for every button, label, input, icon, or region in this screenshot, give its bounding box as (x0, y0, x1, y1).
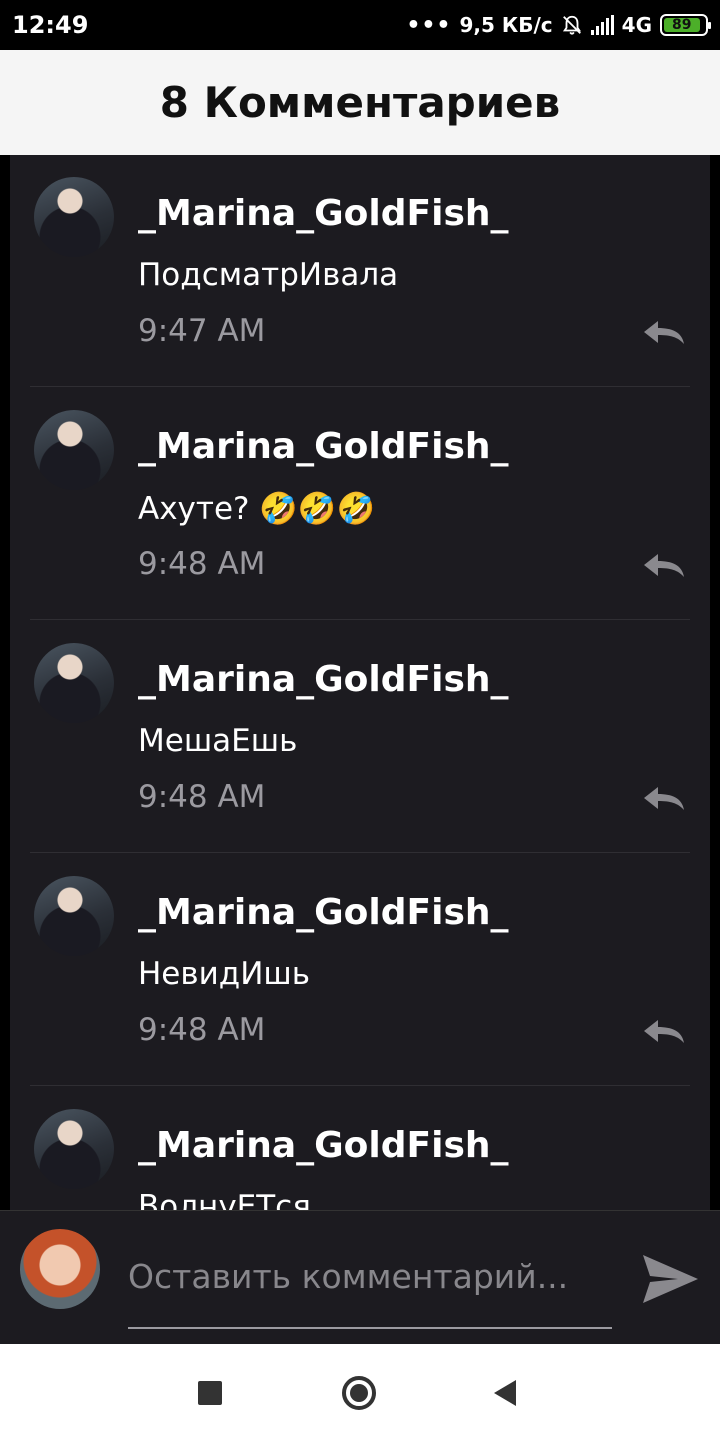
avatar[interactable] (34, 410, 114, 490)
status-bar: 12:49 ••• 9,5 КБ/с 4G 89 (0, 0, 720, 50)
divider (30, 386, 690, 387)
comment-text: МешаЕшь (138, 723, 298, 759)
comment-time: 9:47 AM (138, 313, 266, 349)
divider (30, 1085, 690, 1086)
avatar[interactable] (34, 876, 114, 956)
system-nav-bar (0, 1344, 720, 1440)
comment-text: ПодсматрИвала (138, 257, 399, 293)
bell-off-icon (562, 15, 581, 35)
comment-username[interactable]: _Marina_GoldFish_ (138, 1125, 509, 1166)
current-user-avatar (20, 1229, 100, 1309)
comment-item: _Marina_GoldFish_ НевидИшь 9:48 AM (10, 854, 710, 1086)
comment-username[interactable]: _Marina_GoldFish_ (138, 892, 509, 933)
comment-username[interactable]: _Marina_GoldFish_ (138, 659, 509, 700)
divider (30, 619, 690, 620)
back-icon[interactable] (494, 1380, 516, 1406)
comments-header: 8 Комментариев (0, 50, 720, 155)
network-type: 4G (621, 13, 652, 37)
comment-input-bar (0, 1210, 720, 1344)
comment-username[interactable]: _Marina_GoldFish_ (138, 193, 509, 234)
status-indicators: ••• 9,5 КБ/с 4G 89 (406, 11, 711, 39)
avatar[interactable] (34, 1109, 114, 1189)
comment-text: НевидИшь (138, 956, 311, 992)
comment-time: 9:48 AM (138, 1012, 266, 1048)
comment-item: _Marina_GoldFish_ Ахуте? 🤣🤣🤣 9:48 AM (10, 388, 710, 620)
comment-input[interactable] (128, 1249, 612, 1329)
avatar[interactable] (34, 643, 114, 723)
comment-item: _Marina_GoldFish_ ВолнуЕТся (10, 1087, 710, 1210)
reply-arrow-icon[interactable] (642, 551, 686, 581)
page-title: 8 Комментариев (159, 78, 561, 127)
signal-icon (590, 15, 614, 35)
reply-arrow-icon[interactable] (642, 318, 686, 348)
status-time: 12:49 (12, 11, 89, 39)
battery-icon: 89 (660, 14, 711, 36)
reply-arrow-icon[interactable] (642, 784, 686, 814)
comment-text: Ахуте? 🤣🤣🤣 (138, 491, 376, 527)
home-icon[interactable] (342, 1376, 376, 1410)
more-notifications-icon: ••• (406, 12, 452, 38)
divider (30, 852, 690, 853)
recent-apps-icon[interactable] (198, 1381, 222, 1405)
comment-time: 9:48 AM (138, 779, 266, 815)
comment-item: _Marina_GoldFish_ ПодсматрИвала 9:47 AM (10, 155, 710, 387)
battery-level: 89 (664, 17, 700, 33)
comment-item: _Marina_GoldFish_ МешаЕшь 9:48 AM (10, 621, 710, 853)
reply-arrow-icon[interactable] (642, 1017, 686, 1047)
comment-username[interactable]: _Marina_GoldFish_ (138, 426, 509, 467)
network-speed: 9,5 КБ/с (459, 13, 553, 37)
comment-text: ВолнуЕТся (138, 1189, 311, 1210)
avatar[interactable] (34, 177, 114, 257)
send-arrow-icon[interactable] (640, 1249, 700, 1309)
comments-list[interactable]: _Marina_GoldFish_ ПодсматрИвала 9:47 AM … (10, 155, 710, 1210)
comment-time: 9:48 AM (138, 546, 266, 582)
